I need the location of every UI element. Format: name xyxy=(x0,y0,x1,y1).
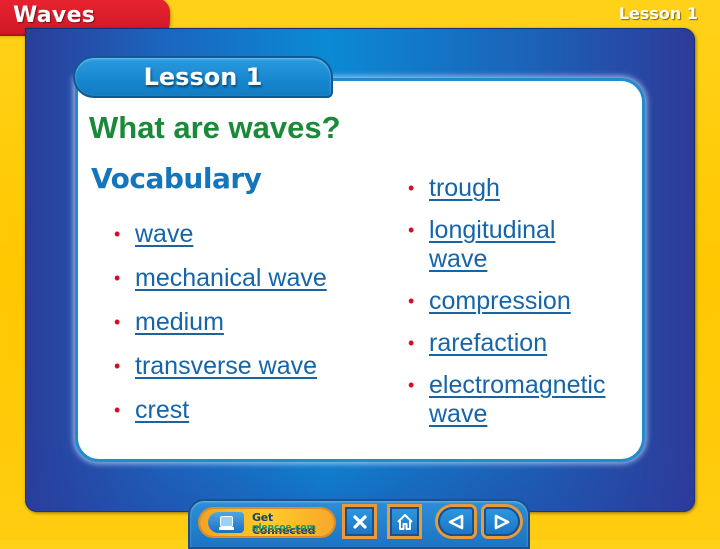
vocab-item: • trough xyxy=(402,174,659,203)
vocab-link-trough[interactable]: trough xyxy=(429,174,500,202)
computer-monitor-icon xyxy=(208,512,244,533)
chapter-title: Waves xyxy=(13,3,96,28)
vocab-item: • electromagnetic wave xyxy=(402,371,659,429)
vocab-link-longitudinal-wave[interactable]: longitudinal wave xyxy=(429,216,556,273)
bullet-icon: • xyxy=(408,333,415,353)
home-button[interactable] xyxy=(390,507,419,536)
close-x-icon xyxy=(352,514,367,529)
vocab-link-electromagnetic-wave[interactable]: electromagnetic wave xyxy=(429,371,605,428)
bullet-icon: • xyxy=(408,220,415,240)
next-button[interactable] xyxy=(484,507,520,536)
vocab-item: • compression xyxy=(402,287,659,316)
lesson-tab: Lesson 1 xyxy=(73,56,333,98)
vocab-item: • longitudinal wave xyxy=(402,216,609,274)
bullet-icon: • xyxy=(114,224,121,244)
vocab-list-left: • wave • mechanical wave • medium • transver… xyxy=(108,220,327,440)
vocab-item: • mechanical wave xyxy=(108,264,327,293)
vocab-item: • wave xyxy=(108,220,327,249)
get-connected-button[interactable]: Get Connected glencoe.com xyxy=(200,509,334,537)
vocab-link-compression[interactable]: compression xyxy=(429,287,571,315)
arrow-left-icon xyxy=(448,514,464,529)
section-heading: Vocabulary xyxy=(91,162,262,195)
arrow-right-icon xyxy=(494,514,510,529)
lesson-corner-label: Lesson 1 xyxy=(618,4,698,23)
bullet-icon: • xyxy=(114,268,121,288)
close-button[interactable] xyxy=(345,507,374,536)
vocab-link-crest[interactable]: crest xyxy=(135,396,189,424)
bullet-icon: • xyxy=(408,291,415,311)
bullet-icon: • xyxy=(114,400,121,420)
vocab-item: • transverse wave xyxy=(108,352,327,381)
bullet-icon: • xyxy=(114,356,121,376)
bullet-icon: • xyxy=(114,312,121,332)
lesson-tab-label: Lesson 1 xyxy=(143,63,263,91)
vocab-link-mechanical-wave[interactable]: mechanical wave xyxy=(135,264,327,292)
home-icon xyxy=(396,513,413,530)
vocab-item: • crest xyxy=(108,396,327,425)
vocab-link-wave[interactable]: wave xyxy=(135,220,193,248)
vocab-link-rarefaction[interactable]: rarefaction xyxy=(429,329,547,357)
vocab-item: • rarefaction xyxy=(402,329,659,358)
page-title: What are waves? xyxy=(89,110,341,145)
bullet-icon: • xyxy=(408,375,415,395)
get-connected-link[interactable]: glencoe.com xyxy=(252,523,316,533)
vocab-item: • medium xyxy=(108,308,327,337)
previous-button[interactable] xyxy=(438,507,474,536)
vocab-list-right: • trough • longitudinal wave • compression … xyxy=(402,174,659,442)
vocab-link-transverse-wave[interactable]: transverse wave xyxy=(135,352,317,380)
bullet-icon: • xyxy=(408,178,415,198)
vocab-link-medium[interactable]: medium xyxy=(135,308,224,336)
